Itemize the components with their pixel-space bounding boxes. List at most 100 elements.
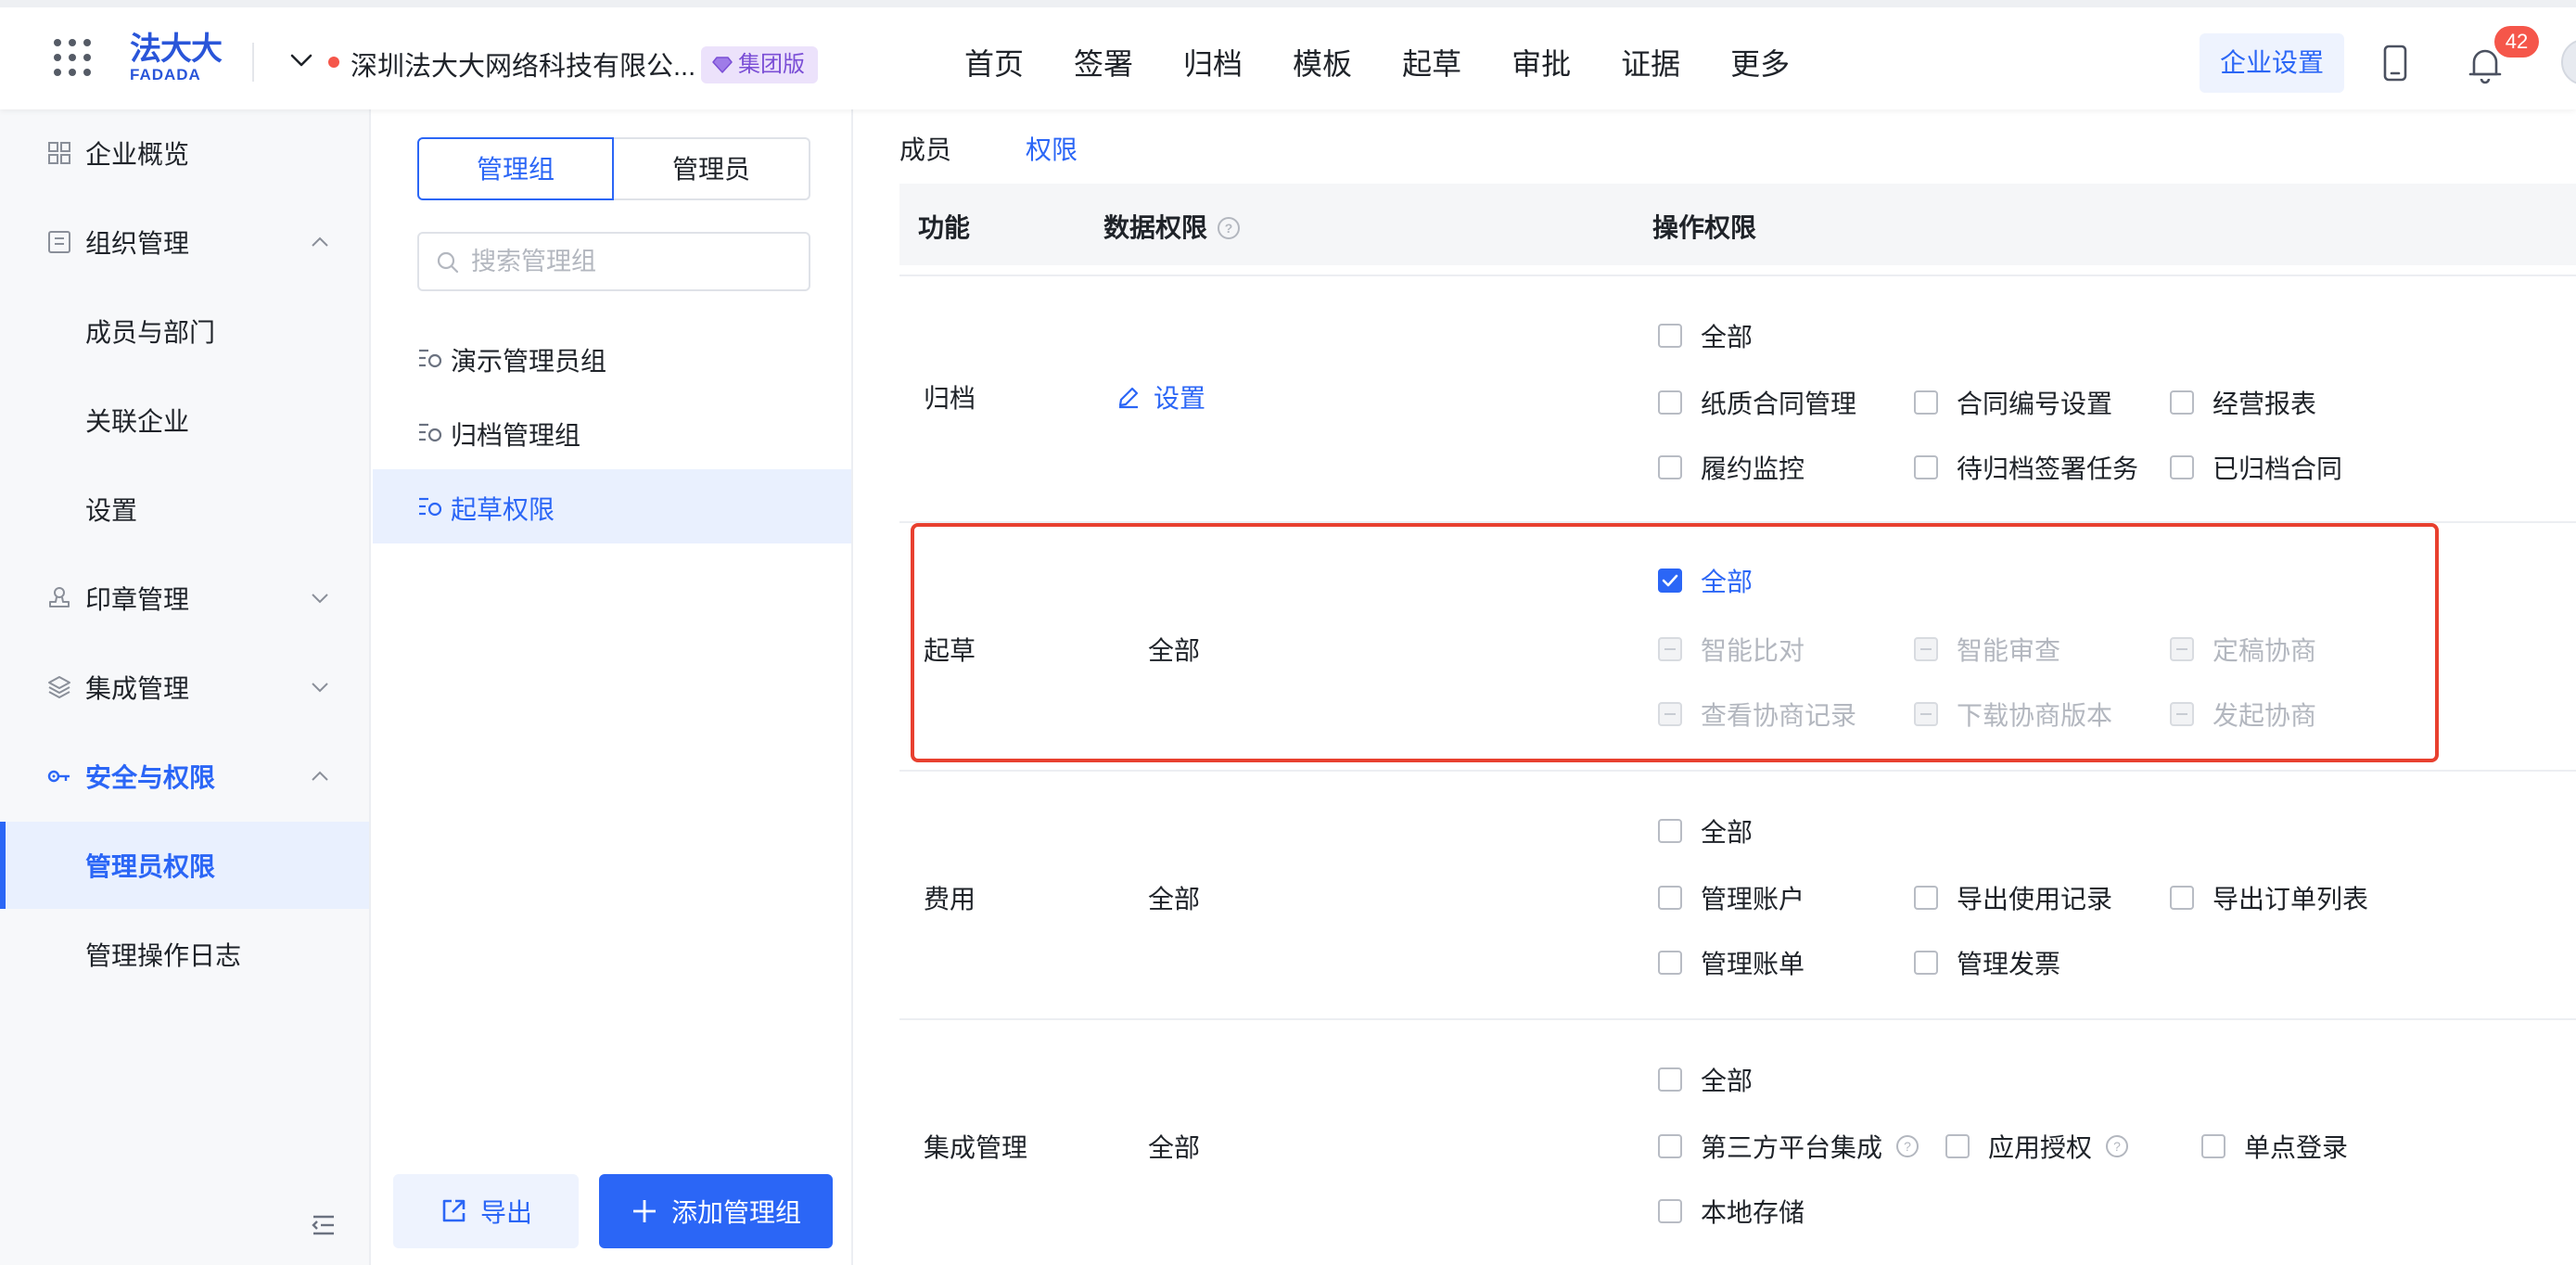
group-admin-segment: 管理组 管理员 (417, 137, 810, 200)
sidebar-item-operation-log[interactable]: 管理操作日志 (0, 911, 369, 998)
segment-admin[interactable]: 管理员 (614, 137, 810, 200)
row-data-perm: 全部 (1148, 1133, 1201, 1162)
nav-archive[interactable]: 归档 (1183, 41, 1243, 83)
checkbox-manage-invoices[interactable]: 管理发票 (1914, 944, 2060, 981)
permission-table-header: 功能 数据权限? 操作权限 (899, 184, 2576, 265)
checkbox-label: 单点登录 (2244, 1133, 2349, 1162)
help-icon[interactable]: ? (2105, 1134, 2129, 1158)
nav-evidence[interactable]: 证据 (1621, 41, 1680, 83)
nav-approval[interactable]: 审批 (1511, 41, 1571, 83)
group-item-label: 演示管理员组 (451, 347, 607, 376)
data-perm-settings-label: 设置 (1154, 384, 1206, 413)
checkbox-third-party-integration[interactable]: 第三方平台集成 ? (1658, 1128, 1919, 1165)
sidebar-item-security[interactable]: 安全与权限 (0, 733, 369, 820)
enterprise-settings-button[interactable]: 企业设置 (2200, 33, 2344, 93)
row-function: 归档 (924, 384, 976, 413)
checkbox-box[interactable] (2170, 886, 2194, 910)
checkbox-business-report[interactable]: 经营报表 (2170, 384, 2316, 421)
main-nav: 首页 签署 归档 模板 起草 审批 证据 更多 (964, 41, 1790, 83)
checkbox-box[interactable] (1658, 390, 1682, 415)
checkbox-label: 第三方平台集成 (1701, 1133, 1883, 1162)
checkbox-box[interactable] (1658, 1067, 1682, 1092)
checkbox-box[interactable] (1914, 951, 1938, 975)
group-search[interactable] (417, 232, 810, 291)
checkbox-all[interactable]: 全部 (1658, 812, 1753, 850)
checkbox-export-usage[interactable]: 导出使用记录 (1914, 879, 2112, 916)
checkbox-box[interactable] (1914, 886, 1938, 910)
row-function: 起草 (924, 636, 976, 665)
checkbox-box[interactable] (1658, 886, 1682, 910)
checkbox-box[interactable] (1658, 324, 1682, 348)
checkbox-box[interactable] (2201, 1134, 2225, 1158)
add-group-button[interactable]: 添加管理组 (599, 1174, 833, 1248)
export-button-label: 导出 (479, 1198, 532, 1227)
group-item[interactable]: 归档管理组 (373, 395, 851, 469)
checkbox-manage-account[interactable]: 管理账户 (1658, 879, 1804, 916)
search-input[interactable] (471, 239, 796, 284)
check-icon (1662, 574, 1678, 587)
segment-manage-group[interactable]: 管理组 (417, 137, 614, 200)
checkbox-all-checked[interactable]: 全部 (1658, 562, 1753, 599)
checkbox-archived-contracts[interactable]: 已归档合同 (2170, 449, 2342, 486)
checkbox-box[interactable] (1658, 819, 1682, 843)
checkbox-all[interactable]: 全部 (1658, 317, 1753, 354)
checkbox-local-storage[interactable]: 本地存储 (1658, 1193, 1804, 1230)
chevron-down-icon[interactable] (289, 52, 313, 69)
sidebar-item-admin-permissions[interactable]: 管理员权限 (0, 822, 369, 909)
checkbox-app-authorization[interactable]: 应用授权 ? (1945, 1128, 2129, 1165)
checkbox-performance-monitor[interactable]: 履约监控 (1658, 449, 1804, 486)
layers-icon (48, 676, 70, 698)
checkbox-all[interactable]: 全部 (1658, 1061, 1753, 1098)
sidebar-item-seal[interactable]: 印章管理 (0, 555, 369, 642)
group-icon (419, 497, 442, 517)
nav-template[interactable]: 模板 (1293, 41, 1352, 83)
sidebar-item-label: 管理员权限 (85, 852, 216, 881)
checkbox-label: 本地存储 (1701, 1198, 1805, 1227)
checkbox-pending-archive-tasks[interactable]: 待归档签署任务 (1914, 449, 2138, 486)
checkbox-box[interactable] (1945, 1134, 1970, 1158)
checkbox-label: 管理账户 (1701, 885, 1805, 914)
checkbox-contract-numbering[interactable]: 合同编号设置 (1914, 384, 2112, 421)
checkbox-box[interactable] (1914, 455, 1938, 479)
checkbox-box[interactable] (1914, 390, 1938, 415)
nav-more[interactable]: 更多 (1730, 41, 1790, 83)
export-button[interactable]: 导出 (393, 1174, 579, 1248)
sidebar: 企业概览 组织管理 成员与部门 关联企业 设置 印章管理 集成管理 安全与权限 … (0, 109, 371, 1265)
help-icon[interactable]: ? (1217, 216, 1241, 240)
checkbox-box[interactable] (1658, 569, 1682, 593)
nav-home[interactable]: 首页 (964, 41, 1024, 83)
nav-draft[interactable]: 起草 (1402, 41, 1461, 83)
indeterminate-icon (2176, 648, 2187, 650)
sidebar-item-integration[interactable]: 集成管理 (0, 644, 369, 731)
checkbox-manage-bills[interactable]: 管理账单 (1658, 944, 1804, 981)
checkbox-box[interactable] (1658, 1134, 1682, 1158)
checkbox-box[interactable] (1658, 455, 1682, 479)
company-name[interactable]: 深圳法大大网络科技有限公... (351, 45, 695, 83)
checkbox-label: 发起协商 (2213, 701, 2317, 730)
checkbox-box[interactable] (1658, 951, 1682, 975)
checkbox-sso[interactable]: 单点登录 (2201, 1128, 2348, 1165)
group-item[interactable]: 演示管理员组 (373, 321, 851, 395)
checkbox-label: 待归档签署任务 (1957, 454, 2139, 483)
sidebar-item-settings[interactable]: 设置 (0, 466, 369, 553)
checkbox-box[interactable] (2170, 390, 2194, 415)
data-perm-settings-link[interactable]: 设置 (1116, 378, 1205, 415)
checkbox-paper-contract[interactable]: 纸质合同管理 (1658, 384, 1856, 421)
nav-sign[interactable]: 签署 (1074, 41, 1133, 83)
sidebar-item-overview[interactable]: 企业概览 (0, 109, 369, 197)
checkbox-label: 合同编号设置 (1957, 390, 2113, 418)
apps-grid-icon[interactable] (54, 39, 93, 78)
help-icon[interactable]: ? (1895, 1134, 1919, 1158)
group-item-selected[interactable]: 起草权限 (373, 469, 851, 543)
fadada-logo[interactable]: 法大大 FADADA (130, 32, 226, 85)
checkbox-export-orders[interactable]: 导出订单列表 (2170, 879, 2368, 916)
mobile-icon[interactable] (2379, 45, 2411, 82)
sidebar-item-members[interactable]: 成员与部门 (0, 288, 369, 375)
sidebar-item-related-enterprise[interactable]: 关联企业 (0, 377, 369, 464)
avatar[interactable] (2561, 39, 2576, 85)
collapse-sidebar-icon[interactable] (310, 1213, 338, 1237)
checkbox-box[interactable] (1658, 1199, 1682, 1223)
checkbox-label: 智能比对 (1701, 636, 1805, 665)
checkbox-box[interactable] (2170, 455, 2194, 479)
sidebar-item-org[interactable]: 组织管理 (0, 198, 369, 286)
